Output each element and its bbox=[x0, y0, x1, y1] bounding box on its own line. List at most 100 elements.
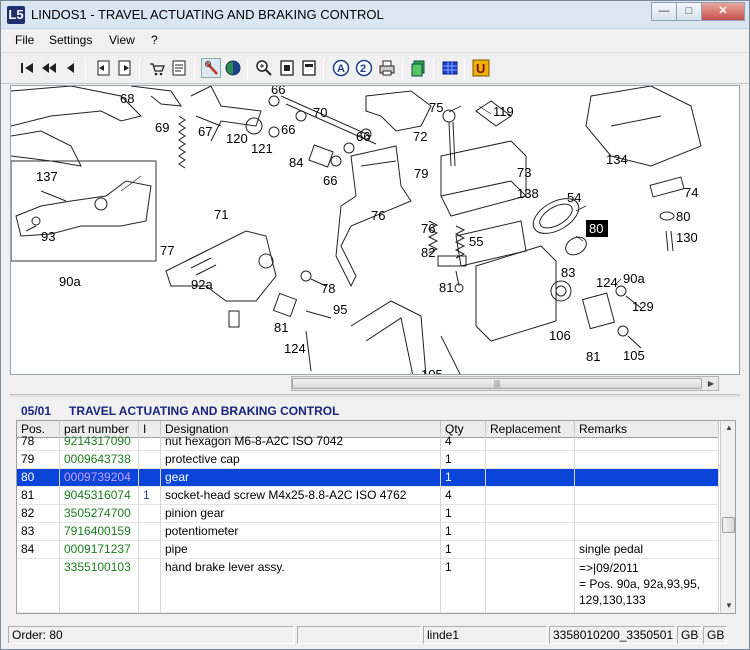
callout-66d: 66 bbox=[323, 173, 337, 188]
callout-76b: 55 bbox=[469, 234, 483, 249]
scroll-down-arrow-icon[interactable]: ▼ bbox=[722, 599, 735, 613]
svg-text:A: A bbox=[337, 63, 345, 75]
help-icon[interactable]: 2 bbox=[354, 58, 374, 78]
cell-replacement bbox=[486, 487, 575, 505]
cell-remarks bbox=[575, 469, 719, 487]
scroll-thumb[interactable]: ||| bbox=[292, 378, 702, 389]
cell-part-number: 0009643738 bbox=[60, 451, 139, 469]
scroll-right-arrow-icon[interactable]: ▶ bbox=[704, 377, 718, 390]
info-a-icon[interactable]: A bbox=[331, 58, 351, 78]
notepad-icon[interactable] bbox=[169, 58, 189, 78]
menu-view[interactable]: View bbox=[109, 33, 135, 47]
cell-part-number: 3505274700 bbox=[60, 505, 139, 523]
cell-i bbox=[139, 469, 161, 487]
cell-part-number: 9214317090 bbox=[60, 433, 139, 451]
callout-81: 129 bbox=[632, 299, 654, 314]
cell-remarks bbox=[575, 487, 719, 505]
maximize-button[interactable]: □ bbox=[676, 2, 702, 21]
pane-splitter[interactable] bbox=[10, 394, 740, 397]
cell-i bbox=[139, 541, 161, 559]
cell-remarks: =>|09/2011 = Pos. 90a, 92a,93,95, 129,13… bbox=[575, 559, 719, 613]
first-page-icon[interactable] bbox=[17, 58, 37, 78]
section-title: TRAVEL ACTUATING AND BRAKING CONTROL bbox=[69, 404, 340, 418]
callout-90a: 90a bbox=[59, 274, 81, 289]
scroll-thumb[interactable] bbox=[722, 517, 735, 533]
callout-54: 74 bbox=[684, 185, 698, 200]
close-button[interactable]: ✕ bbox=[701, 2, 745, 21]
cell-remarks bbox=[575, 433, 719, 451]
callout-56: 130 bbox=[676, 230, 698, 245]
callout-130: 77 bbox=[160, 243, 174, 258]
callout-66: 66 bbox=[271, 86, 285, 97]
title-bar: L5 LINDOS1 - TRAVEL ACTUATING AND BRAKIN… bbox=[1, 1, 749, 29]
fit-page-icon[interactable] bbox=[277, 58, 297, 78]
callout-137: 137 bbox=[36, 169, 58, 184]
callout-67: 67 bbox=[198, 124, 212, 139]
menu-settings[interactable]: Settings bbox=[49, 33, 92, 47]
cell-replacement bbox=[486, 451, 575, 469]
cell-pos: 78 bbox=[17, 433, 60, 451]
app-logo-icon: L5 bbox=[7, 6, 25, 24]
table-row-selected[interactable]: 80 0009739204 gear 1 bbox=[17, 469, 719, 487]
cell-replacement bbox=[486, 523, 575, 541]
previous-group-icon[interactable] bbox=[39, 58, 59, 78]
table-row[interactable]: 83 7916400159 potentiometer 1 bbox=[17, 523, 719, 541]
toolbar: A 2 U bbox=[1, 52, 749, 84]
cell-part-number: 9045316074 bbox=[60, 487, 139, 505]
blue-grid-icon[interactable] bbox=[440, 58, 460, 78]
green-stack-icon[interactable] bbox=[409, 58, 429, 78]
cell-designation: pinion gear bbox=[161, 505, 441, 523]
book-back-icon[interactable] bbox=[93, 58, 113, 78]
zoom-icon[interactable] bbox=[254, 58, 274, 78]
cell-designation: pipe bbox=[161, 541, 441, 559]
callout-93: 71 bbox=[214, 207, 228, 222]
u-icon[interactable]: U bbox=[471, 58, 491, 78]
table-row[interactable]: 79 0009643738 protective cap 1 bbox=[17, 451, 719, 469]
drawing-horizontal-scrollbar[interactable]: ||| ▶ bbox=[291, 376, 719, 391]
cell-part-number: 3355100103 bbox=[60, 559, 139, 613]
tool-icon[interactable] bbox=[201, 58, 221, 78]
cell-designation: potentiometer bbox=[161, 523, 441, 541]
table-row[interactable]: 82 3505274700 pinion gear 1 bbox=[17, 505, 719, 523]
book-forward-icon[interactable] bbox=[115, 58, 135, 78]
globe-icon[interactable] bbox=[223, 58, 243, 78]
table-row[interactable]: 78 9214317090 nut hexagon M6-8-A2C ISO 7… bbox=[17, 433, 719, 451]
cart-icon[interactable] bbox=[147, 58, 167, 78]
cell-qty: 1 bbox=[441, 559, 486, 613]
callout-82: 83 bbox=[561, 265, 575, 280]
table-body: 78 9214317090 nut hexagon M6-8-A2C ISO 7… bbox=[17, 433, 719, 613]
callout-66c: 66 bbox=[356, 129, 370, 144]
callout-66e: 79 bbox=[414, 166, 428, 181]
cell-qty: 1 bbox=[441, 523, 486, 541]
previous-page-icon[interactable] bbox=[61, 58, 81, 78]
cell-replacement bbox=[486, 469, 575, 487]
cell-remarks bbox=[575, 523, 719, 541]
cell-part-number: 0009739204 bbox=[60, 469, 139, 487]
print-icon[interactable] bbox=[377, 58, 397, 78]
cell-replacement bbox=[486, 505, 575, 523]
table-row[interactable]: 3355100103 hand brake lever assy. 1 =>|0… bbox=[17, 559, 719, 613]
callout-92a: 78 bbox=[321, 281, 335, 296]
window-title: LINDOS1 - TRAVEL ACTUATING AND BRAKING C… bbox=[31, 7, 384, 22]
cell-qty: 1 bbox=[441, 469, 486, 487]
exploded-drawing[interactable]: 68 66 70 75 119 69 67 120 121 66 84 66 7… bbox=[10, 85, 740, 375]
parts-table: Pos. part number I Designation Qty Repla… bbox=[16, 420, 736, 614]
callout-121: 121 bbox=[251, 141, 273, 156]
minimize-button[interactable]: — bbox=[651, 2, 677, 21]
menu-bar: File Settings View ? bbox=[1, 30, 749, 51]
cell-part-number: 7916400159 bbox=[60, 523, 139, 541]
table-row[interactable]: 81 9045316074 1 socket-head screw M4x25-… bbox=[17, 487, 719, 505]
table-vertical-scrollbar[interactable]: ▲ ▼ bbox=[720, 421, 735, 613]
callout-73: 73 bbox=[517, 165, 531, 180]
svg-text:2: 2 bbox=[360, 63, 366, 75]
scroll-up-arrow-icon[interactable]: ▲ bbox=[722, 421, 735, 435]
callout-66b: 66 bbox=[281, 122, 295, 137]
fit-width-icon[interactable] bbox=[299, 58, 319, 78]
callout-77: 82 bbox=[421, 245, 435, 260]
cell-qty: 4 bbox=[441, 487, 486, 505]
callout-68: 68 bbox=[120, 91, 134, 106]
menu-help[interactable]: ? bbox=[151, 33, 158, 47]
callout-72: 72 bbox=[413, 129, 427, 144]
menu-file[interactable]: File bbox=[15, 33, 34, 47]
table-row[interactable]: 84 0009171237 pipe 1 single pedal bbox=[17, 541, 719, 559]
